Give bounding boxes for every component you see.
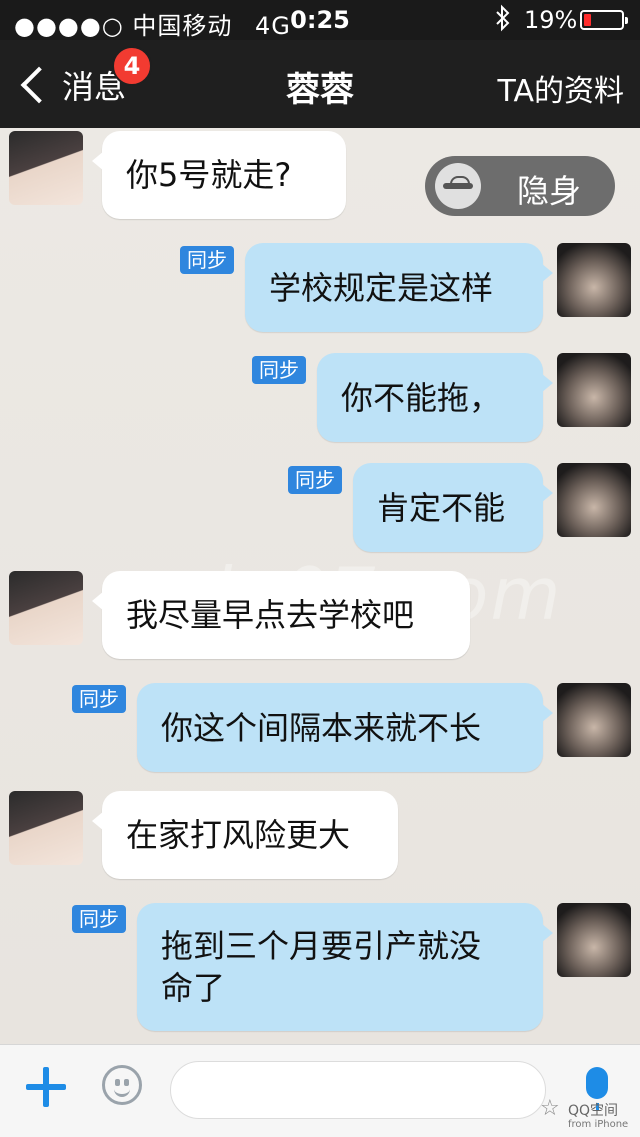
message-bubble-incoming: 你5号就走? (92, 131, 346, 219)
microphone-icon[interactable] (586, 1067, 608, 1111)
self-avatar[interactable] (557, 353, 631, 427)
ufo-icon (435, 163, 481, 209)
brand-sub-label: from iPhone (568, 1119, 629, 1130)
contact-avatar[interactable] (9, 571, 83, 645)
stealth-label: 隐身 (517, 172, 582, 210)
star-icon: ☆ (540, 1096, 560, 1121)
self-avatar[interactable] (557, 243, 631, 317)
contact-avatar[interactable] (9, 791, 83, 865)
plus-icon[interactable] (26, 1067, 66, 1107)
chat-area[interactable]: xiu07.com 你5号就走? 隐身 同步 学校规定是这样 同步 你不能拖， … (0, 128, 640, 1044)
message-bubble-outgoing: 你这个间隔本来就不长 (137, 683, 553, 772)
sync-badge: 同步 (72, 685, 126, 713)
sync-badge: 同步 (288, 466, 342, 494)
profile-link[interactable]: TA的资料 (497, 66, 624, 110)
message-bubble-incoming: 我尽量早点去学校吧 (92, 571, 470, 659)
contact-avatar[interactable] (9, 131, 83, 205)
self-avatar[interactable] (557, 683, 631, 757)
self-avatar[interactable] (557, 903, 631, 977)
input-bar (0, 1044, 640, 1137)
battery-percent: 19% (524, 6, 578, 34)
message-bubble-incoming: 在家打风险更大 (92, 791, 398, 879)
stealth-button[interactable]: 隐身 (425, 156, 615, 216)
message-bubble-outgoing: 你不能拖， (317, 353, 553, 442)
message-bubble-outgoing: 学校规定是这样 (245, 243, 553, 332)
bluetooth-icon (494, 4, 512, 38)
message-bubble-outgoing: 拖到三个月要引产就没 命了 (137, 903, 553, 1031)
message-bubble-outgoing: 肯定不能 (353, 463, 553, 552)
sync-badge: 同步 (180, 246, 234, 274)
brand-label: QQ空间 (568, 1103, 619, 1119)
status-bar: ●●●●○ 中国移动 4G 0:25 19% (0, 0, 640, 40)
message-input[interactable] (170, 1061, 546, 1119)
battery-fill (584, 14, 591, 26)
sync-badge: 同步 (72, 905, 126, 933)
self-avatar[interactable] (557, 463, 631, 537)
sync-badge: 同步 (252, 356, 306, 384)
emoji-icon[interactable] (102, 1065, 142, 1105)
nav-bar: 消息 4 蓉蓉 TA的资料 (0, 40, 640, 128)
battery-icon (580, 10, 628, 30)
